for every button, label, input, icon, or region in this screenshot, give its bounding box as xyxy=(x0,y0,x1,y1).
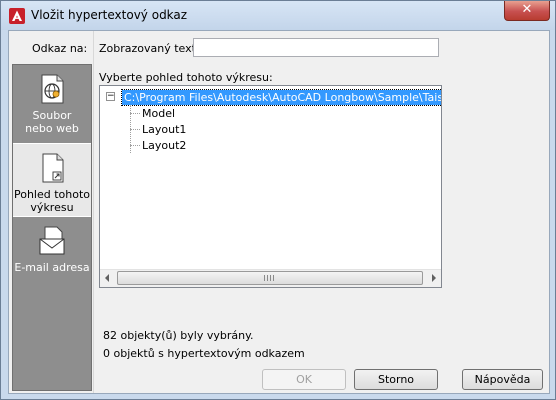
tree-connector xyxy=(130,113,140,114)
tree-item-label: Layout1 xyxy=(142,123,187,136)
sidebar-item-label: Pohled tohoto xyxy=(13,188,91,201)
close-button[interactable]: ✕ xyxy=(504,1,550,21)
display-text-input[interactable] xyxy=(193,38,439,57)
window-title: Vložit hypertextový odkaz xyxy=(31,8,188,22)
sidebar-item-label: E-mail adresa xyxy=(14,261,90,274)
email-icon xyxy=(39,226,65,255)
sidebar-item-label: Soubor xyxy=(32,109,72,122)
cancel-button[interactable]: Storno xyxy=(354,369,438,390)
drawing-view-icon xyxy=(42,153,64,183)
display-text-label: Zobrazovaný text: xyxy=(99,42,200,55)
tree-view-label: Vyberte pohled tohoto výkresu: xyxy=(99,71,273,84)
tree-root-item[interactable]: C:\Program Files\Autodesk\AutoCAD Longbo… xyxy=(121,89,441,106)
tree-item-label: Model xyxy=(142,107,176,120)
collapse-icon[interactable]: − xyxy=(106,92,115,101)
tree-item-label: Layout2 xyxy=(142,139,187,152)
dialog-client-area: Odkaz na: Soubor nebo web Pohled tohoto … xyxy=(8,30,550,394)
hyperlink-objects-status: 0 objektů s hypertextovým odkazem xyxy=(103,347,305,360)
help-button[interactable]: Nápověda xyxy=(462,369,543,390)
autocad-a-icon xyxy=(9,8,25,24)
ok-button[interactable]: OK xyxy=(262,369,346,390)
link-to-label: Odkaz na: xyxy=(32,42,88,55)
dialog-window: Vložit hypertextový odkaz ✕ Odkaz na: So… xyxy=(0,0,556,400)
sidebar-item-label: výkresu xyxy=(30,201,74,214)
close-icon: ✕ xyxy=(521,2,533,17)
scrollbar-thumb[interactable] xyxy=(117,271,423,285)
selected-objects-status: 82 objekty(ů) byly vybrány. xyxy=(103,329,254,342)
link-type-sidebar: Soubor nebo web Pohled tohoto výkresu E-… xyxy=(12,64,92,391)
title-bar[interactable]: Vložit hypertextový odkaz ✕ xyxy=(1,1,555,30)
divider xyxy=(93,31,94,393)
sidebar-item-drawing-view[interactable]: Pohled tohoto výkresu xyxy=(13,143,91,217)
scroll-left-icon[interactable] xyxy=(105,274,109,282)
scroll-right-icon[interactable] xyxy=(432,274,436,282)
horizontal-scrollbar[interactable] xyxy=(100,269,441,287)
tree-connector xyxy=(130,145,140,146)
drawing-view-tree[interactable]: − C:\Program Files\Autodesk\AutoCAD Long… xyxy=(99,85,442,288)
sidebar-item-file-or-web[interactable]: Soubor nebo web xyxy=(13,73,91,135)
sidebar-item-email[interactable]: E-mail adresa xyxy=(13,225,91,274)
tree-connector xyxy=(130,129,140,130)
grip-icon xyxy=(264,275,274,281)
file-globe-icon xyxy=(41,74,64,104)
sidebar-item-label: nebo web xyxy=(25,122,79,135)
